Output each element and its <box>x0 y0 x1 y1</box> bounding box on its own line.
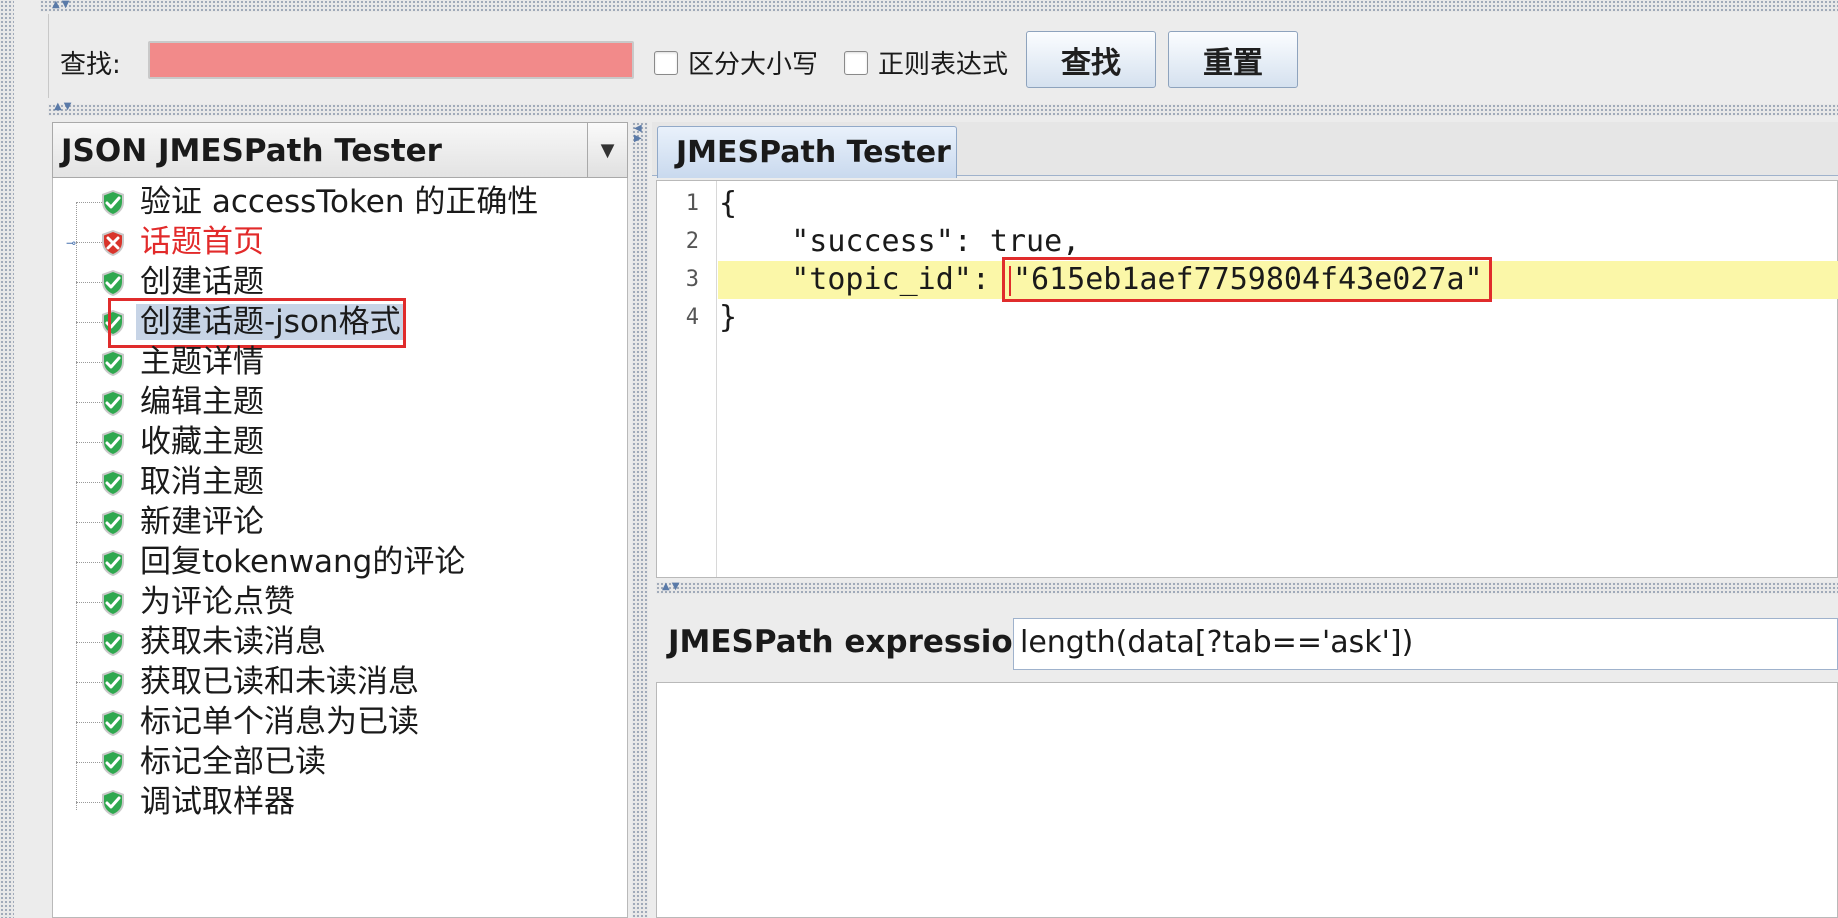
code-line: "success": true, <box>719 223 1080 261</box>
tree-item-label: 新建评论 <box>140 504 264 540</box>
success-shield-icon <box>98 428 128 458</box>
regex-checkbox[interactable]: 正则表达式 <box>844 44 1008 81</box>
success-shield-icon <box>98 748 128 778</box>
splitter-arrows-icon[interactable]: ◀ ▶ <box>634 124 644 144</box>
reset-button[interactable]: 重置 <box>1168 31 1298 88</box>
tree-item[interactable]: 验证 accessToken 的正确性 <box>52 182 612 222</box>
response-editor[interactable]: 1 2 3 4 { "success": true, "topic_id": "615… <box>656 180 1838 578</box>
tree-item[interactable]: 调试取样器 <box>52 782 612 822</box>
tree-item[interactable]: 获取未读消息 <box>52 622 612 662</box>
search-label: 查找: <box>60 50 121 80</box>
splitter-arrows-icon[interactable]: ▲▼ <box>52 0 71 10</box>
topic-id-text: "615eb1aef7759804f43e027a" <box>1012 262 1483 297</box>
tree-item[interactable]: 主题详情 <box>52 342 612 382</box>
splitter-arrows-icon[interactable]: ▲▼ <box>54 102 73 112</box>
code-line: { <box>719 185 737 223</box>
success-shield-icon <box>98 388 128 418</box>
splitter-arrows-icon[interactable]: ▲▼ <box>662 582 681 592</box>
tree-item-label: 创建话题 <box>140 264 264 300</box>
visualizer-combo[interactable]: JSON JMESPath Tester ▼ <box>52 122 628 178</box>
code-text: "success": true, <box>719 224 1081 259</box>
success-shield-icon <box>98 348 128 378</box>
code-text: { <box>719 186 738 221</box>
line-number: 4 <box>685 305 699 330</box>
tree-item-label: 编辑主题 <box>140 384 264 420</box>
case-sensitive-label: 区分大小写 <box>688 50 819 80</box>
success-shield-icon <box>98 588 128 618</box>
chevron-down-icon[interactable]: ▼ <box>587 123 627 177</box>
tree-item-label: 为评论点赞 <box>140 584 295 620</box>
top-splitter[interactable] <box>40 0 1838 12</box>
editor-splitter[interactable] <box>656 582 1838 594</box>
line-number-gutter: 1 2 3 4 <box>657 181 717 577</box>
topic-id-value: "615eb1aef7759804f43e027a" <box>1001 257 1492 302</box>
error-shield-icon <box>98 228 128 258</box>
success-shield-icon <box>98 508 128 538</box>
tree-item[interactable]: 创建话题 <box>52 262 612 302</box>
tree-item-label: 调试取样器 <box>140 784 295 820</box>
tree-item-label: 收藏主题 <box>140 424 264 460</box>
success-shield-icon <box>98 668 128 698</box>
expression-label: JMESPath expression <box>668 624 1035 660</box>
tree-item-label: 标记全部已读 <box>140 744 326 780</box>
tree-item[interactable]: 获取已读和未读消息 <box>52 662 612 702</box>
tree-item-label: 回复tokenwang的评论 <box>140 544 466 580</box>
tree-item-label: 获取已读和未读消息 <box>140 664 419 700</box>
line-number: 1 <box>685 191 699 216</box>
checkbox-icon[interactable] <box>844 50 868 75</box>
expression-input[interactable]: length(data[?tab=='ask']) <box>1013 618 1838 670</box>
tree-item-label: 主题详情 <box>140 344 264 380</box>
tree-item-label: 获取未读消息 <box>140 624 326 660</box>
find-button[interactable]: 查找 <box>1026 31 1156 88</box>
result-area[interactable] <box>656 682 1838 918</box>
tree-item[interactable]: 编辑主题 <box>52 382 612 422</box>
middle-splitter[interactable] <box>48 104 1838 116</box>
pane-splitter[interactable] <box>632 122 648 918</box>
success-shield-icon <box>98 628 128 658</box>
tree-item-label: 话题首页 <box>140 224 264 260</box>
line-number: 2 <box>685 229 699 254</box>
checkbox-icon[interactable] <box>654 50 678 75</box>
tree-item[interactable]: 新建评论 <box>52 502 612 542</box>
tree-item[interactable]: 标记单个消息为已读 <box>52 702 612 742</box>
tab-jmespath-tester[interactable]: JMESPath Tester <box>657 126 957 178</box>
tree-item[interactable]: 收藏主题 <box>52 422 612 462</box>
line-number: 3 <box>685 267 699 292</box>
success-shield-icon <box>98 788 128 818</box>
search-input[interactable] <box>148 41 634 79</box>
tree-item[interactable]: 回复tokenwang的评论 <box>52 542 612 582</box>
code-text: "topic_id": <box>719 262 1008 297</box>
tree-item[interactable]: 为评论点赞 <box>52 582 612 622</box>
tree-expand-handle-icon[interactable]: ⊸ <box>66 236 76 250</box>
success-shield-icon <box>98 468 128 498</box>
case-sensitive-checkbox[interactable]: 区分大小写 <box>654 44 818 81</box>
tree-item-label: 验证 accessToken 的正确性 <box>140 184 539 220</box>
combo-value: JSON JMESPath Tester <box>61 133 442 169</box>
text-caret <box>1008 265 1011 296</box>
code-text: } <box>719 300 738 335</box>
tree-item[interactable]: 取消主题 <box>52 462 612 502</box>
success-shield-icon <box>98 548 128 578</box>
success-shield-icon <box>98 268 128 298</box>
tree-item[interactable]: ⊸ 话题首页 <box>52 222 612 262</box>
tree-item-label: 标记单个消息为已读 <box>140 704 419 740</box>
code-line: "topic_id": "615eb1aef7759804f43e027a" <box>719 257 1492 302</box>
code-line: } <box>719 299 737 337</box>
regex-label: 正则表达式 <box>878 50 1009 80</box>
tree-item-label: 取消主题 <box>140 464 264 500</box>
annotation-box <box>108 298 406 348</box>
success-shield-icon <box>98 708 128 738</box>
success-shield-icon <box>98 188 128 218</box>
left-splitter[interactable] <box>0 0 14 918</box>
tree-item[interactable]: 标记全部已读 <box>52 742 612 782</box>
